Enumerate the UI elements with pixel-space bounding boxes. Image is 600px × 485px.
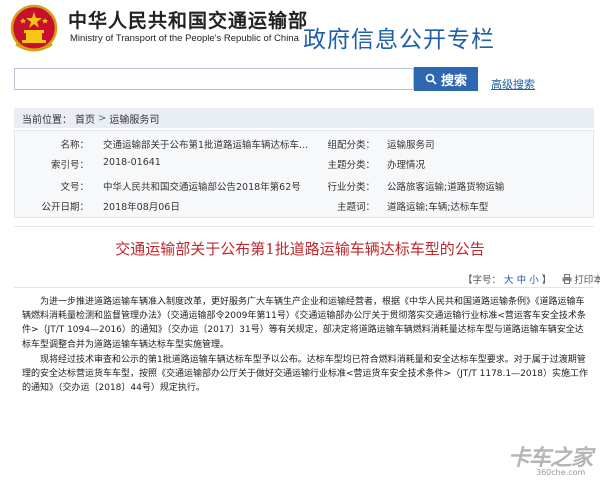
docno-value: 中华人民共和国交通运输部公告2018年第62号 — [103, 182, 301, 193]
column-title: 政府信息公开专栏 — [303, 27, 495, 53]
industry-label: 行业分类： — [327, 182, 375, 193]
search-button-label: 搜索 — [440, 72, 467, 88]
search-input[interactable] — [14, 68, 414, 90]
watermark: 卡车之家 360che.com — [508, 440, 596, 480]
font-size-large[interactable]: 大 — [504, 275, 514, 286]
print-label: 打印本页 — [574, 275, 600, 286]
ministry-name-cn: 中华人民共和国交通运输部 — [68, 10, 309, 32]
print-link[interactable]: 打印本页 — [562, 272, 600, 286]
divider — [14, 287, 594, 288]
document-metadata-table: 名称： 交通运输部关于公布第1批道路运输车辆达标车... 组配分类： 运输服务司… — [14, 130, 594, 218]
watermark-url: 360che.com — [536, 468, 586, 477]
font-size-label: 【字号： — [463, 275, 502, 286]
index-value: 2018-01641 — [103, 157, 161, 168]
printer-icon — [562, 274, 572, 284]
metadata-row: 索引号： 2018-01641 主题分类： 办理情况 — [15, 157, 595, 177]
font-size-controls: 【字号： 大 中 小 】 打印本页 — [463, 272, 600, 286]
font-size-medium[interactable]: 中 — [517, 275, 527, 286]
keyword-label: 主题词： — [336, 202, 375, 213]
index-label: 索引号： — [50, 160, 89, 171]
metadata-row: 文号： 中华人民共和国交通运输部公告2018年第62号 行业分类： 公路旅客运输… — [15, 179, 595, 199]
metadata-row: 公开日期： 2018年08月06日 主题词： 道路运输;车辆;达标车型 — [15, 199, 595, 219]
industry-value: 公路旅客运输;道路货物运输 — [387, 182, 505, 193]
date-label: 公开日期： — [41, 202, 89, 213]
article-title: 交通运输部关于公布第1批道路运输车辆达标车型的公告 — [115, 240, 485, 258]
breadcrumb-prefix: 当前位置： — [22, 114, 72, 126]
search-icon — [425, 73, 437, 85]
advanced-search-link[interactable]: 高级搜索 — [491, 76, 535, 92]
font-size-close: 】 — [541, 275, 552, 286]
topic-label: 主题分类： — [327, 160, 375, 171]
divider — [14, 226, 594, 227]
name-label: 名称： — [60, 140, 89, 151]
metadata-row: 名称： 交通运输部关于公布第1批道路运输车辆达标车... 组配分类： 运输服务司 — [15, 137, 595, 157]
breadcrumb-separator: > — [98, 112, 107, 124]
org-label: 组配分类： — [327, 140, 375, 151]
national-emblem-icon — [10, 4, 58, 52]
date-value: 2018年08月06日 — [103, 202, 180, 213]
keyword-value: 道路运输;车辆;达标车型 — [387, 202, 489, 213]
org-value: 运输服务司 — [387, 140, 435, 151]
breadcrumb-home[interactable]: 首页 — [75, 111, 95, 126]
breadcrumb-current[interactable]: 运输服务司 — [109, 111, 159, 126]
topic-value: 办理情况 — [387, 160, 426, 171]
ministry-name-en: Ministry of Transport of the People's Re… — [70, 33, 299, 44]
name-value: 交通运输部关于公布第1批道路运输车辆达标车... — [103, 140, 309, 151]
site-header: 中华人民共和国交通运输部 Ministry of Transport of th… — [0, 0, 600, 62]
article-paragraph: 现将经过技术审查和公示的第1批道路运输车辆达标车型予以公布。达标车型均已符合燃料… — [22, 354, 589, 394]
search-button[interactable]: 搜索 — [414, 67, 478, 91]
docno-label: 文号： — [60, 182, 89, 193]
article-body: 为进一步推进道路运输车辆准入制度改革，更好服务广大车辆生产企业和运输经营者，根据… — [22, 295, 590, 396]
article-paragraph: 为进一步推进道路运输车辆准入制度改革，更好服务广大车辆生产企业和运输经营者，根据… — [22, 297, 586, 350]
font-size-small[interactable]: 小 — [529, 275, 539, 286]
breadcrumb: 当前位置： 首页 > 运输服务司 — [14, 108, 594, 128]
